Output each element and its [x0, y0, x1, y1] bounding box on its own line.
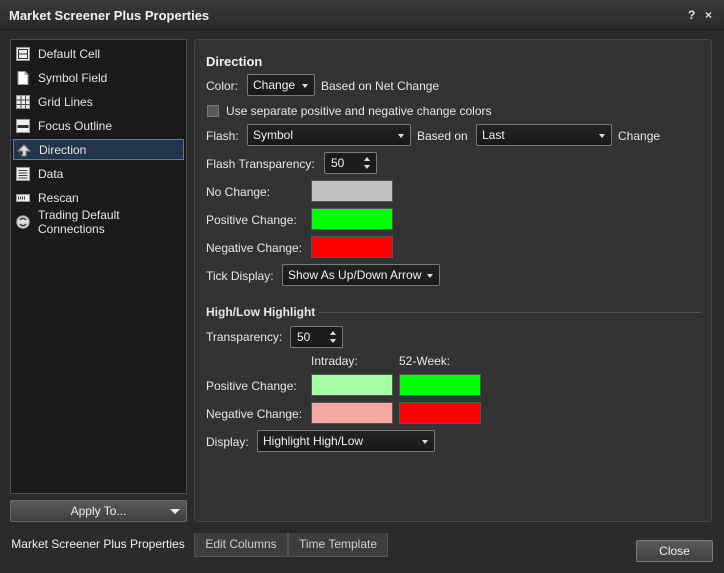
connections-icon — [16, 214, 30, 229]
positive-change-label: Positive Change: — [206, 213, 297, 227]
intraday-label: Intraday: — [311, 354, 358, 368]
display-label: Display: — [206, 435, 249, 449]
sidebar-item-grid-lines[interactable]: Grid Lines — [13, 91, 184, 112]
separate-colors-label: Use separate positive and negative chang… — [226, 104, 492, 118]
flash-dropdown[interactable]: Symbol — [247, 124, 411, 146]
window-title: Market Screener Plus Properties — [9, 8, 210, 23]
transparency-stepper[interactable]: 50 — [290, 326, 343, 348]
chevron-up-icon[interactable] — [330, 331, 336, 335]
apply-to-button[interactable]: Apply To... — [10, 500, 187, 522]
chevron-up-icon[interactable] — [364, 157, 370, 161]
data-icon — [16, 166, 30, 181]
tick-display-value: Show As Up/Down Arrow — [288, 268, 422, 282]
cell-icon — [16, 46, 30, 61]
color-mode-value: Change — [253, 78, 296, 92]
chevron-down-icon — [170, 509, 180, 514]
sidebar-item-label: Trading Default Connections — [38, 207, 120, 236]
transparency-label: Transparency: — [206, 330, 283, 344]
change-label: Change — [618, 129, 661, 143]
negative-change-label: Negative Change: — [206, 241, 303, 255]
apply-to-label: Apply To... — [70, 504, 127, 518]
direction-heading: Direction — [206, 54, 263, 69]
tab-market-screener-plus-properties[interactable]: Market Screener Plus Properties — [8, 533, 188, 557]
section-divider — [319, 312, 701, 313]
sidebar-item-label: Grid Lines — [38, 94, 93, 109]
direction-icon — [17, 143, 31, 156]
outline-icon — [16, 118, 30, 133]
flash-transparency-stepper[interactable]: 50 — [324, 152, 377, 174]
sidebar-item-trading-default-connections[interactable]: Trading Default Connections — [13, 208, 184, 236]
hl-positive-change-label: Positive Change: — [206, 379, 297, 393]
settings-panel: Direction Color: Change Based on Net Cha… — [194, 39, 712, 522]
sidebar-item-direction[interactable]: Direction — [13, 139, 184, 160]
hl-negative-change-label: Negative Change: — [206, 407, 303, 421]
positive-intraday-color-swatch[interactable] — [311, 374, 393, 396]
sidebar-item-rescan[interactable]: Rescan — [13, 187, 184, 208]
chevron-down-icon — [302, 84, 308, 88]
week52-label: 52-Week: — [399, 354, 451, 368]
chevron-down-icon[interactable] — [364, 165, 370, 169]
flash-value: Symbol — [253, 128, 294, 142]
chevron-down-icon — [422, 440, 428, 444]
chevron-down-icon — [427, 274, 433, 278]
sidebar-item-focus-outline[interactable]: Focus Outline — [13, 115, 184, 136]
sidebar-item-label: Default Cell — [38, 46, 101, 61]
negative-52week-color-swatch[interactable] — [399, 402, 481, 424]
no-change-color-swatch[interactable] — [311, 180, 393, 202]
separate-colors-checkbox[interactable] — [207, 105, 219, 117]
based-on-label: Based on — [417, 129, 468, 143]
sidebar-item-default-cell[interactable]: Default Cell — [13, 43, 184, 64]
sidebar-item-symbol-field[interactable]: Symbol Field — [13, 67, 184, 88]
sidebar-item-label: Rescan — [38, 190, 79, 205]
positive-52week-color-swatch[interactable] — [399, 374, 481, 396]
negative-intraday-color-swatch[interactable] — [311, 402, 393, 424]
sidebar-item-label: Direction — [39, 142, 87, 157]
title-bar: Market Screener Plus Properties ? × — [0, 0, 724, 30]
negative-change-color-swatch[interactable] — [311, 236, 393, 258]
tab-edit-columns[interactable]: Edit Columns — [194, 533, 288, 557]
help-button[interactable]: ? — [688, 8, 695, 22]
category-list: Default Cell Symbol Field Grid Lines Foc… — [10, 39, 187, 494]
tab-time-template[interactable]: Time Template — [288, 533, 388, 557]
document-icon — [17, 70, 29, 85]
color-label: Color: — [206, 79, 239, 93]
chevron-down-icon — [398, 134, 404, 138]
flash-label: Flash: — [206, 129, 239, 143]
sidebar-item-data[interactable]: Data — [13, 163, 184, 184]
sidebar-item-label: Data — [38, 166, 64, 181]
based-on-value: Last — [482, 128, 505, 142]
chevron-down-icon — [599, 134, 605, 138]
high-low-heading: High/Low Highlight — [206, 305, 316, 319]
rescan-icon — [16, 193, 30, 202]
color-note: Based on Net Change — [321, 79, 440, 93]
positive-change-color-swatch[interactable] — [311, 208, 393, 230]
tick-display-dropdown[interactable]: Show As Up/Down Arrow — [282, 264, 440, 286]
flash-transparency-value: 50 — [331, 156, 345, 170]
based-on-dropdown[interactable]: Last — [476, 124, 612, 146]
flash-transparency-label: Flash Transparency: — [206, 157, 315, 171]
sidebar-item-label: Focus Outline — [38, 118, 113, 133]
no-change-label: No Change: — [206, 185, 271, 199]
tick-display-label: Tick Display: — [206, 269, 274, 283]
close-button[interactable]: Close — [636, 540, 713, 562]
display-value: Highlight High/Low — [263, 434, 364, 448]
transparency-value: 50 — [297, 330, 311, 344]
display-dropdown[interactable]: Highlight High/Low — [257, 430, 435, 452]
grid-icon — [16, 94, 30, 109]
window-close-button[interactable]: × — [705, 8, 712, 22]
chevron-down-icon[interactable] — [330, 339, 336, 343]
color-mode-dropdown[interactable]: Change — [247, 74, 315, 96]
sidebar-item-label: Symbol Field — [38, 70, 108, 85]
